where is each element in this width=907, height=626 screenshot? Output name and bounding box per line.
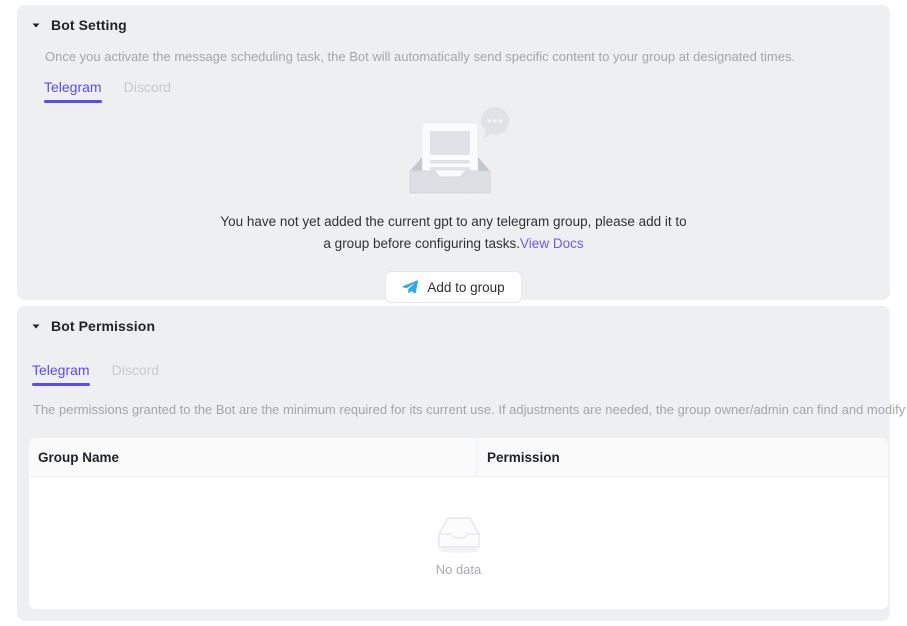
tab-telegram-bot-setting[interactable]: Telegram bbox=[44, 79, 102, 103]
tab-telegram-bot-permission[interactable]: Telegram bbox=[32, 362, 90, 386]
tab-discord-bot-setting[interactable]: Discord bbox=[124, 79, 171, 103]
empty-state-message-text: You have not yet added the current gpt t… bbox=[220, 214, 687, 251]
permission-table-body: No data bbox=[29, 477, 888, 609]
bot-setting-description: Once you activate the message scheduling… bbox=[45, 49, 796, 64]
bot-setting-empty-state: You have not yet added the current gpt t… bbox=[17, 105, 890, 303]
add-to-group-button-label: Add to group bbox=[427, 279, 505, 295]
chevron-down-icon[interactable] bbox=[29, 319, 43, 333]
bot-permission-description: The permissions granted to the Bot are t… bbox=[33, 400, 907, 419]
chevron-down-icon[interactable] bbox=[29, 18, 43, 32]
bot-permission-card: Bot Permission Telegram Discord The perm… bbox=[17, 306, 907, 621]
column-header-group-name: Group Name bbox=[29, 438, 478, 476]
empty-tray-icon bbox=[431, 510, 487, 556]
tab-discord-bot-permission[interactable]: Discord bbox=[112, 362, 159, 386]
empty-inbox-message-icon bbox=[394, 105, 514, 205]
bot-setting-card: Bot Setting Once you activate the messag… bbox=[17, 5, 890, 303]
bot-permission-description-line-1: The permissions granted to the Bot are t… bbox=[33, 402, 495, 417]
empty-state-message: You have not yet added the current gpt t… bbox=[219, 211, 689, 255]
bot-setting-title: Bot Setting bbox=[51, 17, 127, 33]
permission-table-header-row: Group Name Permission bbox=[29, 438, 888, 477]
view-docs-link[interactable]: View Docs bbox=[520, 236, 584, 251]
telegram-paper-plane-icon bbox=[402, 279, 419, 295]
add-to-group-button[interactable]: Add to group bbox=[385, 271, 522, 303]
bot-permission-description-line-2: If adjustments are needed, the group own… bbox=[498, 402, 907, 417]
bot-setting-tabs: Telegram Discord bbox=[44, 73, 193, 103]
bot-permission-header[interactable]: Bot Permission bbox=[29, 314, 155, 338]
bot-setting-header[interactable]: Bot Setting bbox=[29, 13, 127, 37]
bot-permission-title: Bot Permission bbox=[51, 318, 156, 334]
page-root: Bot Setting Once you activate the messag… bbox=[0, 0, 907, 626]
no-data-label: No data bbox=[435, 561, 482, 577]
bot-permission-tabs: Telegram Discord bbox=[32, 356, 181, 386]
permission-table: Group Name Permission No data bbox=[29, 438, 888, 609]
column-header-permission: Permission bbox=[487, 449, 560, 465]
